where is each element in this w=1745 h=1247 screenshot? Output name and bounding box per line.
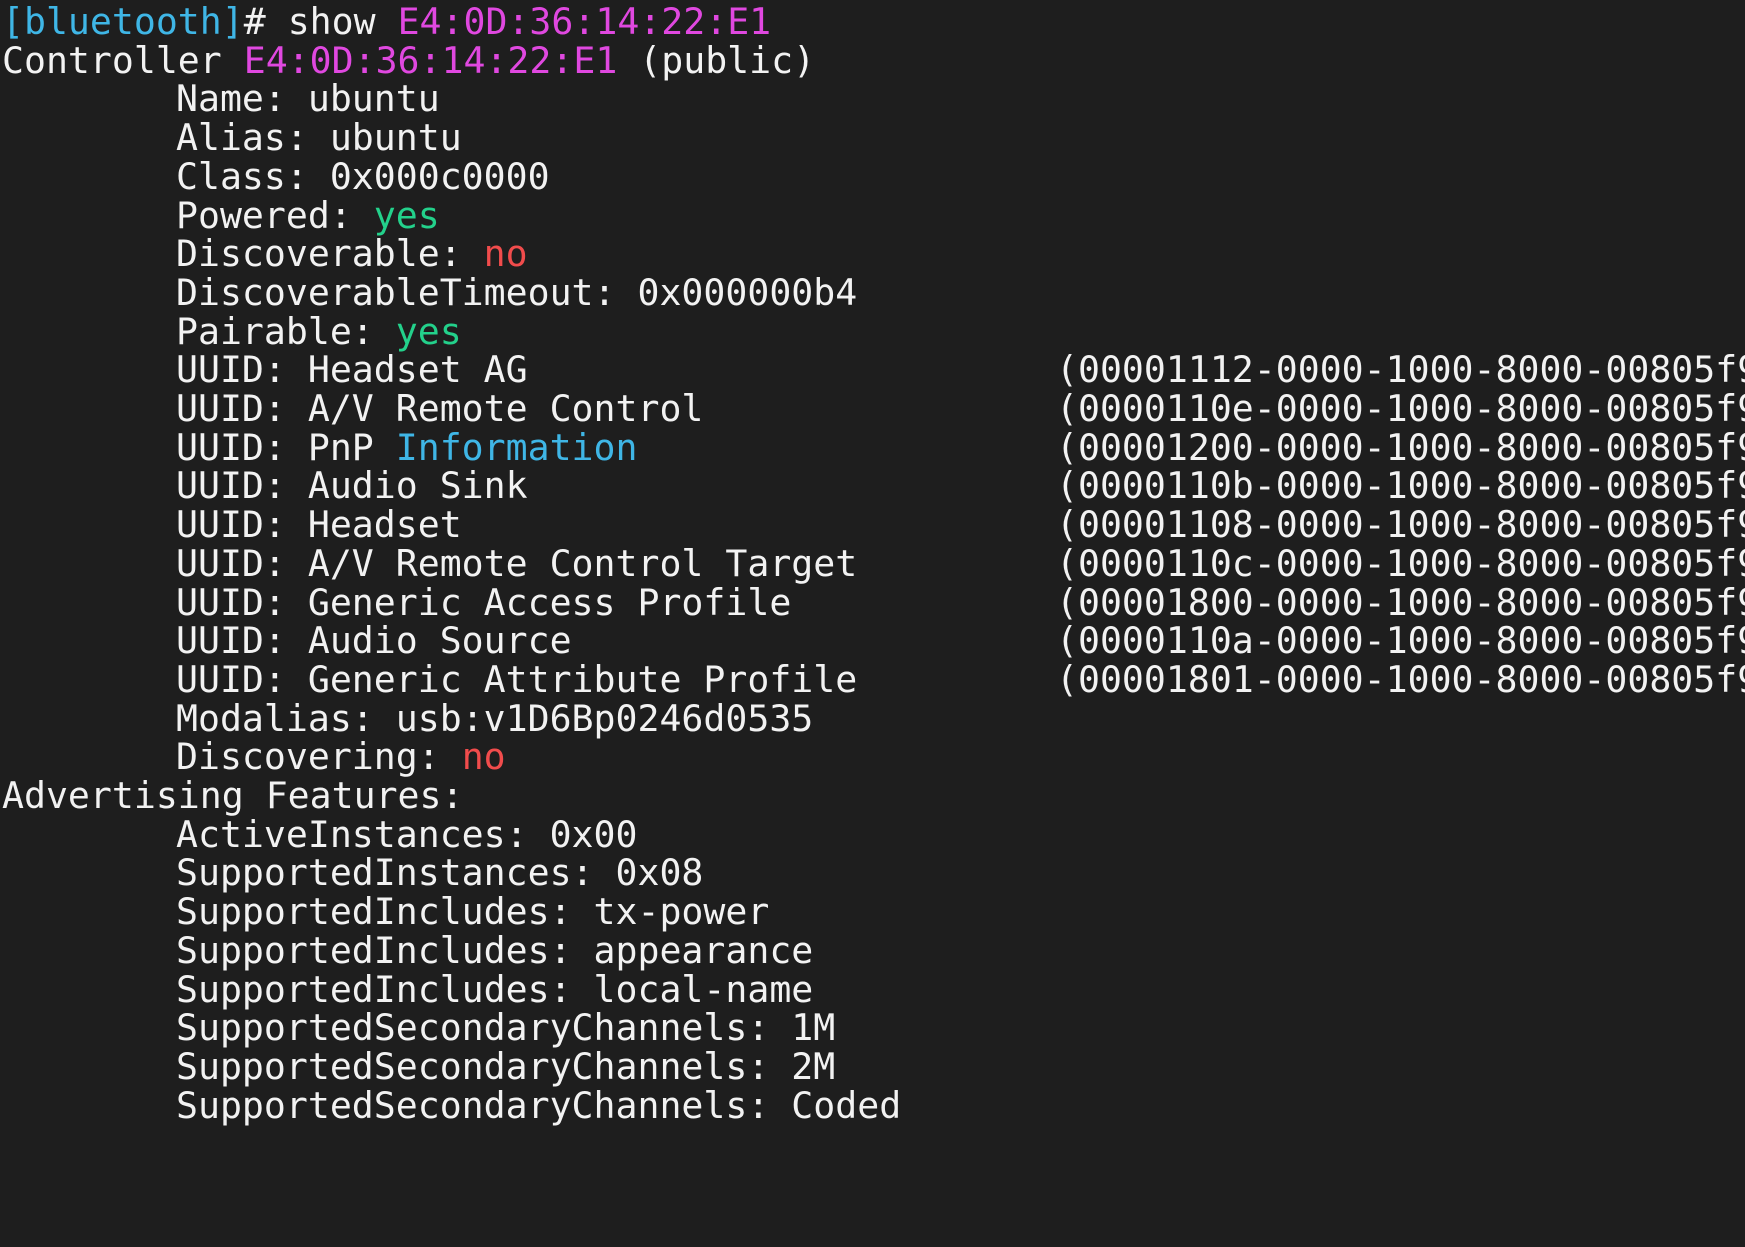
uuid-line: UUID: A/V Remote Control Target (0000110c… (176, 541, 1745, 585)
name-line: Name: ubuntu (176, 77, 440, 121)
controller-line: Controller E4:0D:36:14:22:E1 (public) (2, 39, 815, 82)
prompt-label: [bluetooth] (2, 0, 244, 43)
advertising-line: SupportedInstances: 0x08 (176, 851, 704, 895)
discoverable-key: Discoverable: (176, 232, 484, 276)
uuid-line: UUID: Generic Attribute Profile (00001801… (176, 657, 1745, 701)
uuid-id: (00001801-0000-1000-8000-00805f9b34fb) (1056, 657, 1745, 701)
uuid-id: (00001200-0000-1000-8000-00805f9b34fb) (1056, 425, 1745, 469)
uuid-id: (0000110a-0000-1000-8000-00805f9b34fb) (1056, 619, 1745, 663)
pairable-line: Pairable: yes (176, 310, 462, 353)
uuid-id: (0000110b-0000-1000-8000-00805f9b34fb) (1056, 464, 1745, 508)
uuid-id: (00001112-0000-1000-8000-00805f9b34fb) (1056, 348, 1745, 392)
uuid-line: UUID: Audio Source (0000110a-0000-1000-80… (176, 619, 1745, 663)
discoverable-timeout-line: DiscoverableTimeout: 0x000000b4 (176, 270, 858, 314)
uuid-label: UUID: Headset (176, 503, 462, 547)
modalias-line: Modalias: usb:v1D6Bp0246d0535 (176, 696, 814, 740)
powered-key: Powered: (176, 193, 374, 237)
prompt-address: E4:0D:36:14:22:E1 (397, 0, 772, 43)
prompt-line: [bluetooth]# show E4:0D:36:14:22:E1 (2, 0, 771, 43)
advertising-heading: Advertising Features: (2, 774, 464, 817)
advertising-line: SupportedSecondaryChannels: Coded (176, 1083, 902, 1127)
pairable-value: yes (395, 309, 462, 353)
alias-line: Alias: ubuntu (176, 116, 462, 160)
discovering-key: Discovering: (176, 735, 462, 779)
prompt-command: show (265, 0, 398, 43)
uuid-line: UUID: A/V Remote Control (0000110e-0000-1… (176, 387, 1745, 430)
discovering-value: no (461, 735, 506, 779)
uuid-line: UUID: Generic Access Profile (00001800-00… (176, 580, 1745, 624)
discovering-line: Discovering: no (176, 735, 506, 778)
controller-address: E4:0D:36:14:22:E1 (243, 38, 618, 82)
uuid-line: UUID: PnP Information (00001200-0000-1000… (176, 425, 1745, 469)
terminal-window[interactable]: [bluetooth]# show E4:0D:36:14:22:E1 Cont… (0, 0, 1745, 1247)
advertising-line: SupportedSecondaryChannels: 1M (176, 1006, 836, 1050)
uuid-label-keyword: Information (395, 425, 638, 469)
uuid-label: UUID: Audio Source (176, 619, 572, 663)
powered-line: Powered: yes (176, 194, 440, 237)
uuid-id: (0000110c-0000-1000-8000-00805f9b34fb) (1056, 541, 1745, 585)
controller-label: Controller (2, 38, 244, 82)
prompt-symbol: # (243, 0, 266, 43)
powered-value: yes (373, 193, 440, 237)
uuid-id: (0000110e-0000-1000-8000-00805f9b34fb) (1056, 387, 1745, 430)
uuid-id: (00001800-0000-1000-8000-00805f9b34fb) (1056, 580, 1745, 624)
controller-suffix: (public) (617, 38, 816, 82)
uuid-label: UUID: PnP (176, 425, 396, 469)
uuid-line: UUID: Headset (00001108-0000-1000-8000-00… (176, 503, 1745, 547)
advertising-line: SupportedSecondaryChannels: 2M (176, 1044, 836, 1088)
uuid-line: UUID: Audio Sink (0000110b-0000-1000-8000… (176, 464, 1745, 508)
class-line: Class: 0x000c0000 (176, 154, 550, 198)
uuid-label: UUID: A/V Remote Control (176, 387, 704, 430)
advertising-line: SupportedIncludes: tx-power (176, 890, 770, 934)
uuid-label: UUID: Headset AG (176, 348, 528, 392)
uuid-label: UUID: Audio Sink (176, 464, 528, 508)
uuid-line: UUID: Headset AG (00001112-0000-1000-8000… (176, 348, 1745, 392)
discoverable-value: no (483, 232, 528, 276)
advertising-line: ActiveInstances: 0x00 (176, 812, 638, 856)
uuid-label: UUID: A/V Remote Control Target (176, 541, 858, 585)
uuid-label: UUID: Generic Access Profile (176, 580, 792, 624)
uuid-id: (00001108-0000-1000-8000-00805f9b34fb) (1056, 503, 1745, 547)
uuid-label: UUID: Generic Attribute Profile (176, 657, 858, 701)
advertising-line: SupportedIncludes: local-name (176, 967, 814, 1011)
discoverable-line: Discoverable: no (176, 232, 528, 275)
pairable-key: Pairable: (176, 309, 396, 353)
advertising-line: SupportedIncludes: appearance (176, 928, 814, 972)
